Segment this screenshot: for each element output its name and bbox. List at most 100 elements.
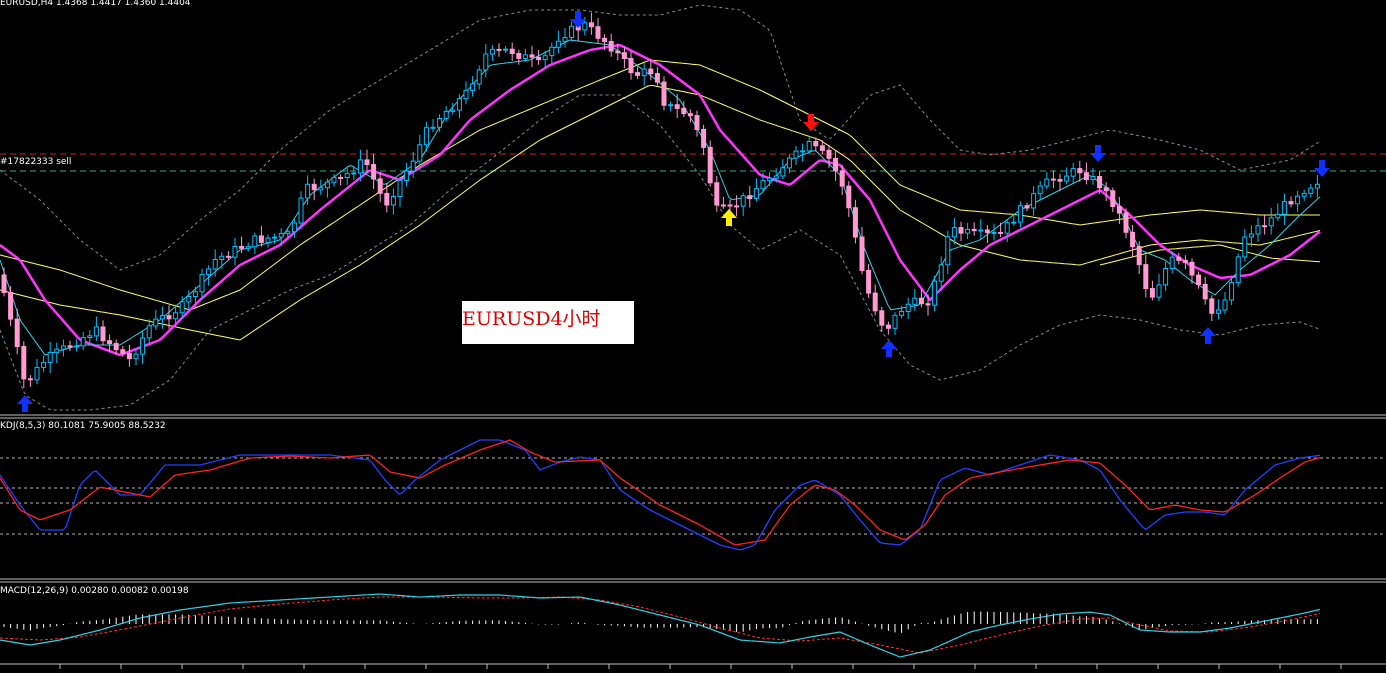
candle-body	[305, 183, 311, 199]
candle-body	[773, 175, 779, 179]
candle-body	[21, 346, 27, 380]
candle-body	[344, 173, 350, 179]
candle-body	[278, 233, 284, 238]
candle-body	[740, 195, 746, 207]
candle-body	[1050, 178, 1056, 181]
candle-body	[760, 180, 766, 190]
candle-body	[905, 303, 911, 312]
candle-body	[720, 204, 726, 207]
alt-buy-arrow	[721, 209, 737, 226]
candle-body	[509, 48, 515, 55]
candle-body	[879, 310, 885, 326]
candle-body	[1057, 179, 1063, 182]
candle-body	[1064, 175, 1070, 182]
candle-body	[430, 126, 436, 129]
candle-body	[694, 115, 700, 130]
candle-body	[206, 268, 212, 276]
candle-body	[925, 303, 931, 306]
candle-body	[536, 56, 542, 61]
candle-body	[483, 53, 489, 71]
candle-body	[839, 170, 845, 187]
candle-body	[1, 274, 7, 293]
candle-body	[833, 157, 839, 172]
candle-body	[707, 146, 713, 184]
candle-body	[239, 246, 245, 249]
candle-body	[476, 69, 482, 85]
candle-body	[1156, 284, 1162, 298]
candle-body	[503, 48, 509, 51]
candle-body	[958, 227, 964, 234]
candle-body	[1090, 176, 1096, 180]
candle-body	[734, 205, 740, 208]
candle-body	[252, 235, 258, 248]
candle-body	[1222, 299, 1228, 311]
candle-body	[1130, 231, 1136, 248]
candle-body	[318, 187, 324, 191]
candle-body	[8, 292, 14, 320]
candle-body	[1209, 298, 1215, 314]
candle-body	[793, 150, 799, 159]
candle-body	[918, 297, 924, 305]
candle-body	[813, 141, 819, 147]
candle-body	[186, 296, 192, 303]
candle-body	[456, 98, 462, 111]
candle-body	[1103, 187, 1109, 192]
candle-body	[1295, 195, 1301, 205]
candle-body	[1143, 264, 1149, 290]
candle-body	[192, 291, 198, 297]
kdj-title: KDJ(8,5,3) 80.1081 75.9005 88.5232	[0, 421, 166, 431]
candle-body	[417, 144, 423, 162]
candle-body	[899, 311, 905, 316]
candle-body	[258, 235, 264, 243]
candle-body	[179, 301, 185, 314]
candle-body	[978, 229, 984, 232]
candle-body	[635, 72, 641, 76]
candle-body	[595, 26, 601, 39]
candle-body	[463, 89, 469, 100]
candle-body	[1110, 190, 1116, 208]
candle-body	[971, 228, 977, 232]
candle-body	[450, 109, 456, 112]
candle-body	[166, 315, 172, 320]
candle-body	[852, 207, 858, 238]
candle-body	[1070, 168, 1076, 177]
candle-body	[331, 177, 337, 183]
candle-body	[397, 179, 403, 197]
candle-body	[371, 164, 377, 180]
candle-body	[701, 128, 707, 148]
candle-body	[496, 48, 502, 51]
candle-body	[1308, 187, 1314, 194]
candle-body	[245, 246, 251, 249]
candle-body	[800, 150, 806, 153]
sell-arrow	[1090, 145, 1106, 162]
candle-body	[232, 246, 238, 258]
candle-body	[806, 141, 812, 152]
candle-body	[1017, 205, 1023, 223]
candle-body	[1275, 213, 1281, 219]
candle-body	[265, 237, 271, 243]
candle-body	[1077, 168, 1083, 174]
candle-body	[27, 378, 33, 381]
candle-body	[608, 41, 614, 52]
candle-body	[153, 318, 159, 327]
candle-body	[47, 351, 53, 363]
candle-body	[377, 178, 383, 194]
candle-body	[384, 192, 390, 206]
candle-body	[1281, 201, 1287, 215]
bollinger-upper	[0, 4, 1321, 271]
candle-body	[1301, 192, 1307, 197]
candle-body	[859, 236, 865, 271]
candle-body	[588, 22, 594, 28]
candle-body	[390, 196, 396, 206]
candle-body	[93, 326, 99, 337]
kdj-d-line	[0, 439, 1321, 546]
candle-body	[1044, 178, 1050, 187]
order-line-label: #17822333 sell	[0, 157, 72, 167]
candle-body	[1004, 222, 1010, 234]
candle-body	[885, 324, 891, 329]
candle-body	[648, 68, 654, 75]
candle-body	[819, 145, 825, 151]
candle-body	[674, 104, 680, 109]
candle-body	[298, 197, 304, 224]
candle-body	[126, 352, 132, 360]
